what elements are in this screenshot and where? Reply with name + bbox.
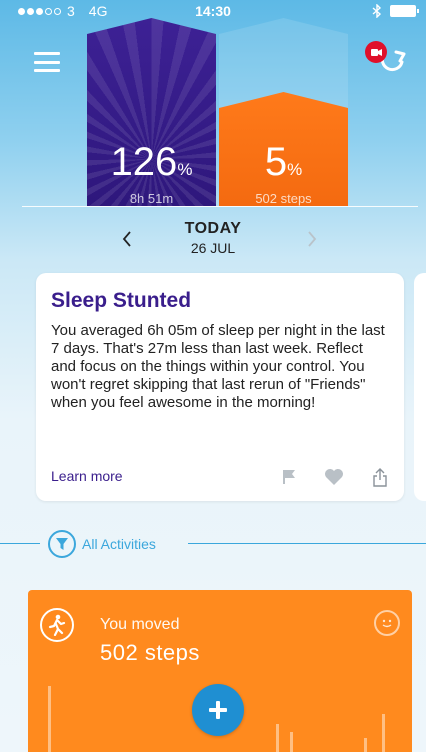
walking-person-icon [48, 614, 66, 636]
next-insight-card[interactable] [414, 273, 426, 501]
steps-percent: 5 [264, 140, 288, 184]
date-navigator: TODAY 26 JUL [0, 218, 426, 262]
date-day-label: TODAY [184, 220, 242, 237]
clock: 14:30 [195, 3, 231, 19]
filter-label: All Activities [82, 536, 156, 552]
step-spark-bar [382, 714, 385, 752]
smiley-icon[interactable] [374, 610, 400, 636]
menu-button[interactable] [34, 52, 60, 72]
steps-activity-card[interactable]: You moved 502 steps [28, 590, 412, 752]
sleep-duration: 8h 51m [129, 191, 174, 206]
flag-icon[interactable] [282, 469, 296, 485]
status-icons [372, 4, 419, 18]
sleep-percent-unit: % [177, 160, 193, 179]
steps-summary: 5% 502 steps [219, 142, 348, 206]
current-date: TODAY 26 JUL [0, 220, 426, 256]
sleep-summary: 126% 8h 51m [87, 142, 216, 206]
activity-title: You moved [100, 616, 180, 633]
battery-icon [390, 5, 419, 17]
chevron-right-icon [308, 231, 317, 247]
bluetooth-icon [372, 4, 382, 18]
sync-button[interactable] [364, 40, 410, 80]
status-bar: 3 4G 14:30 [0, 0, 426, 22]
date-value: 26 JUL [190, 240, 236, 256]
activity-filter-row: All Activities [0, 530, 426, 558]
insight-actions [282, 467, 388, 487]
steps-percent-unit: % [287, 160, 303, 179]
sync-icon [365, 41, 406, 72]
insight-card[interactable]: Sleep Stunted You averaged 6h 05m of sle… [36, 273, 404, 501]
filter-icon-circle [48, 530, 76, 558]
add-activity-button[interactable] [192, 684, 244, 736]
hamburger-icon [34, 52, 60, 55]
learn-more-link[interactable]: Learn more [51, 468, 123, 484]
chart-baseline [22, 206, 418, 207]
steps-count: 502 steps [255, 191, 312, 206]
step-spark-bar [290, 732, 293, 752]
divider-right [188, 543, 426, 544]
plus-icon [209, 701, 227, 719]
activity-value: 502 steps [100, 640, 200, 665]
all-activities-filter[interactable]: All Activities [48, 530, 156, 558]
funnel-icon [56, 538, 68, 550]
insight-body: You averaged 6h 05m of sleep per night i… [51, 322, 385, 411]
step-spark-bar [48, 686, 51, 752]
insight-title: Sleep Stunted [51, 289, 192, 312]
divider-left [0, 543, 40, 544]
next-day-button[interactable] [307, 230, 317, 253]
step-spark-bar [364, 738, 367, 752]
heart-icon[interactable] [324, 468, 344, 486]
step-spark-bar [276, 724, 279, 752]
share-icon[interactable] [372, 467, 388, 487]
sleep-percent: 126 [110, 140, 178, 184]
activity-icon-circle [40, 608, 74, 642]
